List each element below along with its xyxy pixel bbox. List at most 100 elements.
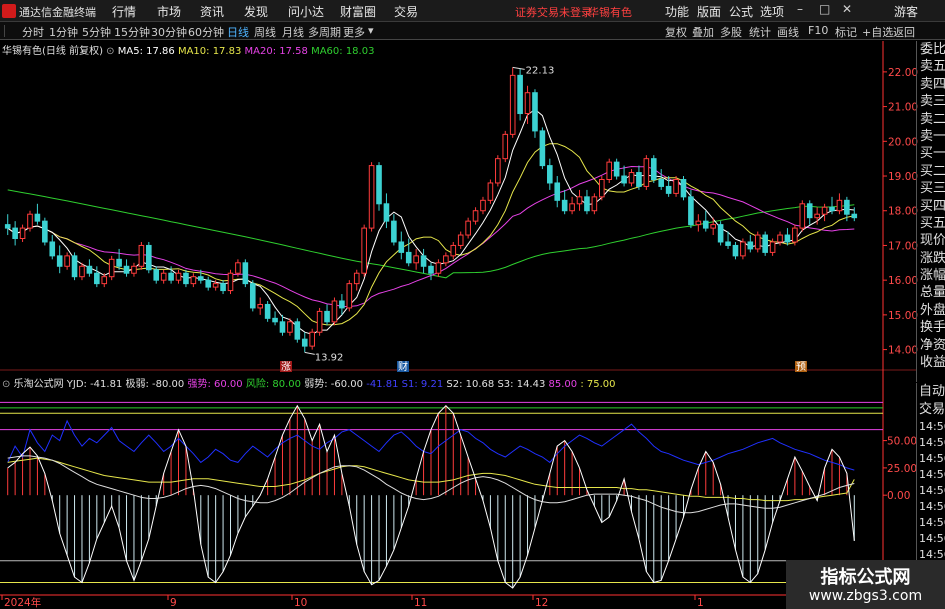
candle-down [680, 178, 687, 198]
candle-up [331, 300, 338, 323]
candle-down [4, 224, 11, 229]
candle-up [79, 265, 85, 278]
candle-down [383, 203, 390, 222]
candle-down [547, 165, 553, 184]
candle-up [457, 234, 464, 246]
candle-up [754, 234, 761, 250]
time-tick-label: 12 [535, 597, 548, 609]
time-tick-label: 2024年 [4, 596, 41, 609]
time-label: 14:56 [919, 468, 945, 481]
quote-label: 总量 [920, 285, 945, 301]
ma20-line [7, 165, 855, 308]
candle-down [391, 220, 397, 243]
candle-up [799, 203, 806, 229]
candle-up [472, 210, 479, 222]
candle-up [353, 272, 360, 285]
time-label: 14:56 [919, 532, 945, 545]
price-tick-label: 22.00 [888, 67, 918, 79]
price-tick-label: 16.00 [888, 275, 918, 287]
candle-down [732, 244, 739, 257]
candle-down [56, 255, 63, 267]
candle-down [747, 241, 754, 250]
time-tick-label: 9 [170, 597, 177, 609]
candle-down [829, 206, 835, 212]
candle-up [814, 213, 820, 219]
high-pointer [512, 66, 525, 70]
price-tick-label: 21.00 [888, 102, 918, 114]
quote-label: 卖一 [920, 128, 945, 144]
candle-down [49, 241, 56, 257]
candle-down [220, 283, 226, 292]
quote-label: 换手 [920, 320, 945, 336]
candle-down [153, 269, 160, 281]
time-label: 14:56 [919, 452, 945, 465]
price-tick-label: 20.00 [888, 136, 918, 148]
price-tick-label: 19.00 [888, 171, 918, 183]
quote-label: 买三 [920, 181, 945, 197]
candle-down [279, 321, 286, 333]
quote-label: 净资 [920, 337, 945, 353]
candle-up [368, 165, 375, 229]
quote-label: 卖二 [920, 111, 945, 127]
candle-down [301, 338, 308, 347]
watermark-title: 指标公式网 [820, 567, 911, 588]
candle-up [101, 276, 108, 285]
candle-down [405, 251, 412, 264]
candle-down [420, 255, 427, 267]
quote-label: 卖四 [920, 76, 945, 92]
ma10-line [7, 143, 855, 326]
candle-up [836, 199, 843, 212]
candle-down [517, 74, 523, 115]
candle-down [376, 165, 382, 205]
quote-label: 卖三 [920, 94, 945, 110]
quote-label: 涨幅 [920, 268, 945, 284]
candle-up [695, 220, 702, 226]
candle-down [123, 265, 130, 274]
price-tick-label: 15.00 [888, 310, 918, 322]
marker-cai: 财 [398, 360, 408, 373]
candle-down [339, 300, 345, 309]
low-label: 13.92 [315, 352, 344, 363]
price-tick-label: 18.00 [888, 206, 918, 218]
candle-down [94, 272, 100, 285]
candle-up [257, 303, 264, 309]
candle-down [242, 262, 249, 285]
axis-labels: 22.00 21.00 20.00 19.00 18.00 17.00 16.00 15.00… [1, 65, 918, 609]
candle-up [227, 272, 234, 292]
candle-up [175, 272, 182, 281]
candle-down [398, 241, 405, 253]
candle-up [160, 272, 167, 281]
candle-up [27, 213, 33, 229]
price-tick-label: 14.00 [888, 345, 918, 357]
quote-label: 委比 [920, 42, 945, 57]
candle-down [168, 272, 174, 281]
ma5-line [7, 108, 855, 335]
candle-down [851, 213, 858, 219]
candle-down [584, 196, 590, 212]
candle-up [576, 196, 583, 205]
candle-up [509, 74, 516, 135]
candle-down [784, 234, 791, 243]
candle-up [569, 203, 575, 212]
candle-up [792, 227, 798, 243]
candle-down [272, 317, 278, 323]
candle-down [34, 213, 41, 222]
chart-frame [0, 41, 916, 596]
candle-down [844, 199, 850, 215]
candle-up [710, 224, 716, 229]
candle-up [435, 262, 442, 274]
candle-down [688, 196, 694, 226]
watermark-url: www.zbgs3.com [808, 588, 923, 604]
auto-button[interactable]: 自动 [917, 383, 945, 401]
candle-down [539, 130, 546, 167]
candle-down [183, 272, 189, 285]
trade-button[interactable]: 交易 [917, 401, 945, 419]
candle-down [249, 283, 256, 309]
candle-up [480, 199, 486, 212]
candle-down [264, 303, 271, 319]
kline-chart[interactable]: 22.00 21.00 20.00 19.00 18.00 17.00 16.00 15.00… [0, 0, 945, 609]
watermark: 指标公式网 www.zbgs3.com [786, 560, 945, 609]
candle-up [465, 220, 471, 236]
candle-down [665, 185, 672, 194]
candle-up [487, 182, 494, 201]
